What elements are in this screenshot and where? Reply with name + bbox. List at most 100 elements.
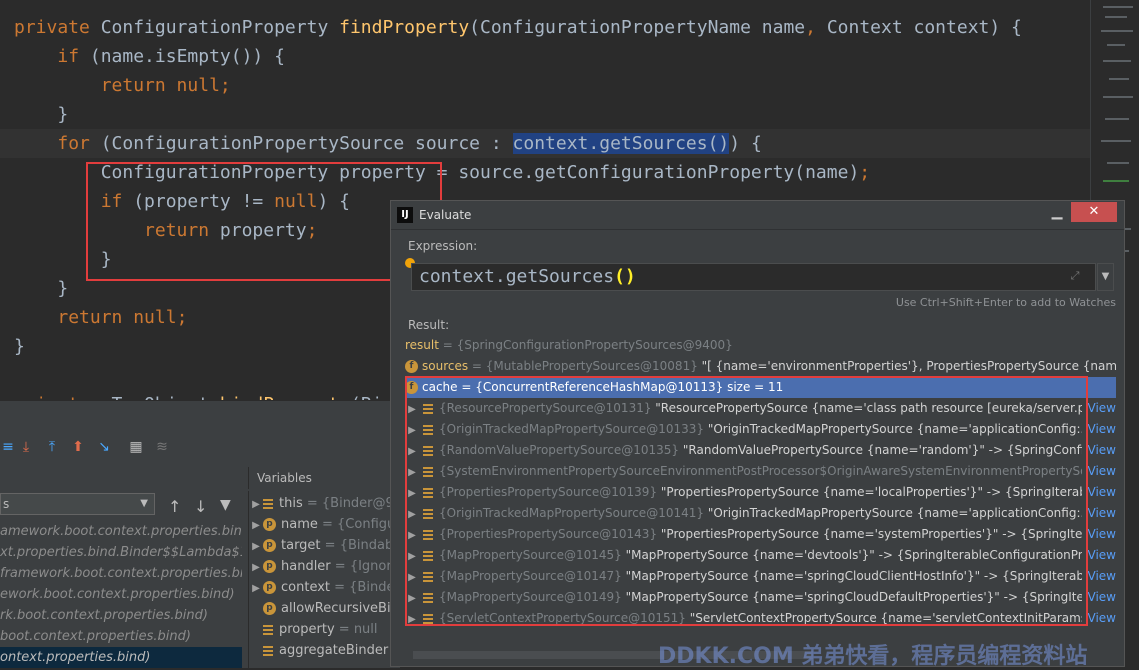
code-token: } — [14, 104, 69, 125]
tree-row-entry[interactable]: ▶ {PropertiesPropertySource@10139} "Prope… — [405, 482, 1116, 503]
expand-arrow-icon[interactable]: ▶ — [405, 441, 419, 461]
code-token: ; — [219, 75, 231, 96]
expression-input[interactable]: context.getSources() ⤢ — [411, 263, 1096, 291]
stack-frame[interactable]: framework.boot.context.properties.bind) — [0, 563, 242, 584]
map-entry-icon — [423, 592, 433, 603]
tree-row-entry[interactable]: ▶ {RandomValuePropertySource@10135} "Rand… — [405, 440, 1116, 461]
down-arrow-icon[interactable]: ↓ — [194, 497, 207, 516]
thread-selector[interactable]: s ▼ — [0, 493, 155, 515]
cache-value: = {ConcurrentReferenceHashMap@10113} siz… — [457, 380, 784, 394]
entry-ref: {MapPropertySource@10149} — [439, 590, 622, 604]
stack-frame[interactable]: ework.boot.context.properties.bind) — [0, 584, 242, 605]
step-into-icon[interactable]: ⤓ — [18, 439, 34, 455]
variable-row[interactable]: aggregateBinder — [249, 640, 388, 661]
variable-row[interactable]: ▶ p handler = {Ignore — [249, 556, 399, 577]
stack-frame[interactable]: boot.context.properties.bind) — [0, 626, 242, 647]
expand-arrow-icon[interactable]: ▶ — [249, 578, 263, 599]
tree-row-entry[interactable]: ▶ {OriginTrackedMapPropertySource@10141} … — [405, 503, 1116, 524]
variable-row[interactable]: p allowRecursiveBind — [249, 598, 407, 619]
expand-arrow-icon[interactable]: ▶ — [405, 546, 419, 566]
variable-row[interactable]: ▶ p context = {Binder$ — [249, 577, 408, 598]
tree-row-entry[interactable]: ▶ {PropertiesPropertySource@10143} "Prope… — [405, 524, 1116, 545]
view-link[interactable]: View — [1081, 398, 1116, 419]
variable-row[interactable]: ▶ p name = {Configura — [249, 514, 408, 536]
stack-frame[interactable]: rk.boot.context.properties.bind) — [0, 605, 242, 626]
code-token: for — [57, 133, 101, 154]
tree-row-entry[interactable]: ▶ {MapPropertySource@10147} "MapPropertyS… — [405, 566, 1116, 587]
step-over-icon[interactable]: ≡ — [0, 439, 16, 455]
tree-row-result[interactable]: result = {SpringConfigurationPropertySou… — [405, 335, 1116, 356]
code-token: ; — [176, 307, 188, 328]
entry-ref: {MapPropertySource@10145} — [439, 548, 622, 562]
stack-frame[interactable]: xt.properties.bind.Binder$$Lambda$163) — [0, 542, 242, 563]
expand-arrow-icon[interactable]: ▶ — [249, 536, 263, 557]
close-button[interactable]: ✕ — [1071, 202, 1117, 222]
up-arrow-icon[interactable]: ↑ — [168, 497, 181, 516]
variable-row[interactable]: ▶ this = {Binder@93 — [249, 493, 402, 514]
variable-row[interactable]: ▶ p target = {Bindable — [249, 535, 405, 556]
code-line: } — [14, 332, 25, 361]
variables-list[interactable]: ▶ this = {Binder@93 ▶ p name = {Configura ▶ p t… — [248, 491, 409, 668]
trace-icon[interactable]: ≋ — [154, 439, 170, 455]
filter-icon[interactable]: ▼ — [220, 497, 231, 513]
view-link[interactable]: View — [1081, 545, 1116, 566]
expand-arrow-icon[interactable]: ▶ — [405, 609, 419, 625]
variable-value: = null — [334, 622, 378, 637]
expand-arrow-icon[interactable]: ▶ — [405, 567, 419, 587]
expression-history-dropdown[interactable]: ▼ — [1097, 263, 1114, 291]
tree-row-entry[interactable]: ▶ {MapPropertySource@10145} "MapPropertyS… — [405, 545, 1116, 566]
expand-arrow-icon[interactable]: ▶ — [249, 557, 263, 578]
step-out-icon[interactable]: ⬆ — [70, 439, 86, 455]
tree-row-entry[interactable]: ▶ {ServletContextPropertySource@10151} "S… — [405, 608, 1116, 625]
debugger-toolbar: ≡ ⤓ ⤒ ⬆ ↘ ▦ ≋ — [0, 431, 250, 463]
frames-list[interactable]: amework.boot.context.properties.bind) xt.… — [0, 521, 242, 668]
view-link[interactable]: View — [1081, 482, 1116, 503]
expand-arrow-icon[interactable]: ▶ — [405, 525, 419, 545]
code-token: return null — [57, 307, 177, 328]
force-step-into-icon[interactable]: ⤒ — [44, 439, 60, 455]
tree-row-entry[interactable]: ▶ {ResourcePropertySource@10131} "Resourc… — [405, 398, 1116, 419]
view-link[interactable]: View — [1081, 419, 1116, 440]
entry-ref: {PropertiesPropertySource@10143} — [439, 527, 658, 541]
tree-row-entry[interactable]: ▶ {MapPropertySource@10149} "MapPropertyS… — [405, 587, 1116, 608]
variable-row[interactable]: property = null — [249, 619, 378, 640]
stack-frame[interactable]: ontext.properties.bind) — [0, 647, 242, 668]
code-line: for (ConfigurationPropertySource source … — [14, 129, 762, 158]
entry-ref: {ResourcePropertySource@10131} — [439, 401, 652, 415]
evaluate-expression-icon[interactable]: ▦ — [128, 439, 144, 455]
tree-row-sources[interactable]: f sources = {MutablePropertySources@10081… — [405, 356, 1116, 377]
field-icon — [263, 645, 273, 656]
minimize-icon[interactable]: ▁ — [1044, 205, 1070, 223]
tree-row-entry[interactable]: ▶ {SystemEnvironmentPropertySourceEnviron… — [405, 461, 1116, 482]
expand-arrow-icon[interactable]: ▶ — [249, 494, 263, 515]
stack-frame[interactable]: amework.boot.context.properties.bind) — [0, 521, 242, 542]
tree-row-entry[interactable]: ▶ {OriginTrackedMapPropertySource@10133} … — [405, 419, 1116, 440]
result-tree[interactable]: result = {SpringConfigurationPropertySou… — [405, 335, 1116, 625]
expand-arrow-icon[interactable]: ▶ — [405, 483, 419, 503]
expand-arrow-icon[interactable]: ▶ — [405, 504, 419, 524]
view-link[interactable]: View — [1081, 608, 1116, 625]
expand-arrow-icon[interactable]: ▶ — [249, 515, 263, 536]
run-to-cursor-icon[interactable]: ↘ — [96, 439, 112, 455]
dialog-title-bar[interactable]: IJ Evaluate ▁ ✕ — [391, 201, 1124, 230]
field-icon — [263, 624, 273, 635]
view-link[interactable]: View — [1081, 566, 1116, 587]
expand-arrow-icon[interactable]: ▶ — [405, 588, 419, 608]
expand-icon[interactable]: ⤢ — [1068, 269, 1082, 283]
expand-arrow-icon[interactable]: ▶ — [405, 462, 419, 482]
variable-name: allowRecursiveBind — [281, 601, 408, 616]
view-link[interactable]: View — [1081, 440, 1116, 461]
view-link[interactable]: View — [1081, 503, 1116, 524]
tree-row-cache[interactable]: f cache = {ConcurrentReferenceHashMap@101… — [405, 377, 1116, 398]
view-link[interactable]: View — [1081, 587, 1116, 608]
view-link[interactable]: View — [1081, 461, 1116, 482]
map-entry-icon — [423, 613, 433, 624]
code-token: context.getSources() — [512, 133, 730, 154]
expression-label: Expression: — [408, 239, 478, 253]
view-link[interactable]: View — [1081, 524, 1116, 545]
expand-arrow-icon[interactable]: ▶ — [405, 399, 419, 419]
expand-arrow-icon[interactable]: ▶ — [405, 420, 419, 440]
map-entry-icon — [423, 529, 433, 540]
